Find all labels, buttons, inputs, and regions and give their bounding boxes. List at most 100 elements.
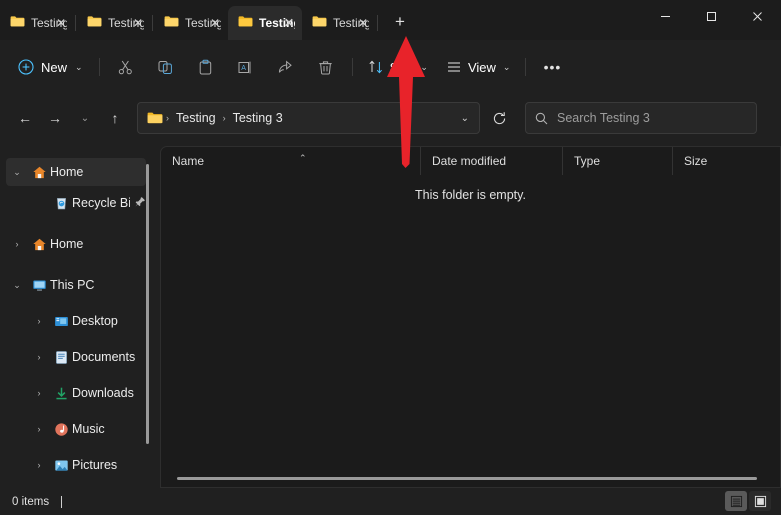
file-list-pane: Name ⌃ Date modified Type Size This fold…	[160, 146, 781, 488]
chevron-right-icon[interactable]: ›	[28, 388, 50, 398]
sidebar-item-pictures[interactable]: › Pictures	[6, 451, 146, 479]
desktop-icon	[50, 314, 72, 329]
folder-icon	[10, 15, 25, 31]
sort-ascending-icon: ⌃	[299, 153, 307, 164]
chevron-down-icon: ⌄	[420, 62, 428, 73]
status-divider	[61, 496, 62, 508]
music-icon	[50, 422, 72, 437]
breadcrumb-item-testing-3[interactable]: Testing 3	[229, 111, 287, 125]
tab-testing-4[interactable]: Testing 4 ✕	[154, 6, 228, 40]
sort-button-label: Sort	[390, 60, 414, 75]
tab-testing-2[interactable]: Testing 2 ✕	[77, 6, 151, 40]
downloads-icon	[50, 386, 72, 401]
minimize-button[interactable]	[642, 0, 688, 32]
sidebar-item-label: Music	[72, 422, 105, 436]
chevron-right-icon[interactable]: ›	[28, 316, 50, 326]
address-bar: ← → ⌄ ↑ › Testing › Testing 3 ⌄ Search T…	[0, 94, 781, 142]
tab-close-icon[interactable]: ✕	[355, 15, 371, 31]
new-button[interactable]: New ⌄	[10, 51, 93, 83]
chevron-down-icon: ⌄	[503, 62, 511, 73]
navigation-sidebar: ⌄ Home Recycle Bin › Home ⌄	[0, 146, 152, 488]
sidebar-item-label: Documents	[72, 350, 135, 364]
horizontal-scrollbar[interactable]	[161, 473, 781, 487]
chevron-down-icon[interactable]: ⌄	[6, 167, 28, 178]
forward-button[interactable]: →	[40, 103, 70, 133]
sidebar-item-home-2[interactable]: › Home	[6, 230, 146, 258]
sidebar-item-desktop[interactable]: › Desktop	[6, 307, 146, 335]
window-controls	[642, 0, 781, 32]
breadcrumb[interactable]: › Testing › Testing 3 ⌄	[137, 102, 480, 134]
empty-folder-message: This folder is empty.	[161, 188, 780, 202]
tab-close-icon[interactable]: ✕	[207, 15, 223, 31]
breadcrumb-separator: ›	[163, 113, 172, 123]
large-icons-view-button[interactable]	[749, 491, 771, 511]
breadcrumb-item-testing[interactable]: Testing	[172, 111, 220, 125]
chevron-down-icon[interactable]: ⌄	[461, 113, 475, 124]
rename-button[interactable]: A	[226, 51, 266, 83]
column-header-type[interactable]: Type	[563, 147, 673, 175]
chevron-right-icon[interactable]: ›	[28, 424, 50, 434]
sidebar-scrollbar[interactable]	[146, 164, 149, 444]
folder-icon	[147, 111, 163, 125]
column-header-size[interactable]: Size	[673, 147, 780, 175]
tab-close-icon[interactable]: ✕	[130, 15, 146, 31]
folder-icon	[87, 15, 102, 31]
view-icon	[446, 59, 462, 75]
maximize-button[interactable]	[688, 0, 734, 32]
column-header-date-modified[interactable]: Date modified	[421, 147, 563, 175]
status-bar: 0 items	[0, 488, 781, 515]
recent-locations-button[interactable]: ⌄	[70, 103, 100, 133]
share-button[interactable]	[266, 51, 306, 83]
new-tab-button[interactable]: +	[385, 7, 415, 37]
column-header-name[interactable]: Name ⌃	[161, 147, 421, 175]
sidebar-item-home[interactable]: ⌄ Home	[6, 158, 146, 186]
pin-icon[interactable]	[135, 196, 146, 210]
tab-testing-5[interactable]: Testing 5 ✕	[302, 6, 376, 40]
chevron-right-icon[interactable]: ›	[28, 460, 50, 470]
view-toggle-group	[725, 491, 771, 511]
tab-testing-3-active[interactable]: Testing 3 ✕	[228, 6, 302, 40]
search-placeholder: Search Testing 3	[557, 111, 650, 125]
column-header-label: Type	[574, 154, 600, 168]
search-input[interactable]: Search Testing 3	[525, 102, 757, 134]
chevron-right-icon[interactable]: ›	[28, 352, 50, 362]
tab-close-icon[interactable]: ✕	[53, 15, 69, 31]
sidebar-item-label: Pictures	[72, 458, 117, 472]
view-button[interactable]: View ⌄	[437, 51, 520, 83]
paste-button[interactable]	[186, 51, 226, 83]
plus-circle-icon	[18, 59, 34, 75]
column-headers: Name ⌃ Date modified Type Size	[161, 147, 780, 175]
tab-separator	[377, 15, 378, 31]
back-button[interactable]: ←	[10, 103, 40, 133]
cut-button[interactable]	[106, 51, 146, 83]
column-header-label: Size	[684, 154, 707, 168]
sidebar-item-music[interactable]: › Music	[6, 415, 146, 443]
sort-button[interactable]: Sort ⌄	[359, 51, 437, 83]
close-window-button[interactable]	[734, 0, 781, 32]
tab-close-icon[interactable]: ✕	[281, 15, 297, 31]
details-view-button[interactable]	[725, 491, 747, 511]
file-explorer-window: Testing 1 ✕ Testing 2 ✕ Testing 4 ✕	[0, 0, 781, 515]
horizontal-scrollbar-thumb[interactable]	[177, 477, 757, 480]
up-button[interactable]: ↑	[100, 103, 130, 133]
column-header-label: Name	[172, 154, 204, 168]
sidebar-item-recycle-bin[interactable]: Recycle Bin	[6, 189, 146, 217]
refresh-button[interactable]	[484, 103, 514, 133]
sidebar-item-downloads[interactable]: › Downloads	[6, 379, 146, 407]
this-pc-icon	[28, 278, 50, 293]
tab-testing-1[interactable]: Testing 1 ✕	[0, 6, 74, 40]
breadcrumb-separator: ›	[220, 113, 229, 123]
toolbar-separator	[525, 58, 526, 76]
tab-separator	[152, 15, 153, 31]
chevron-right-icon[interactable]: ›	[6, 239, 28, 249]
tab-bar: Testing 1 ✕ Testing 2 ✕ Testing 4 ✕	[0, 0, 781, 40]
sidebar-item-label: Desktop	[72, 314, 118, 328]
sidebar-item-label: Recycle Bin	[72, 196, 130, 210]
chevron-down-icon[interactable]: ⌄	[6, 280, 28, 291]
sidebar-item-this-pc[interactable]: ⌄ This PC	[6, 271, 146, 299]
pictures-icon	[50, 458, 72, 473]
sidebar-item-documents[interactable]: › Documents	[6, 343, 146, 371]
more-options-button[interactable]: •••	[532, 51, 572, 83]
copy-button[interactable]	[146, 51, 186, 83]
delete-button[interactable]	[306, 51, 346, 83]
